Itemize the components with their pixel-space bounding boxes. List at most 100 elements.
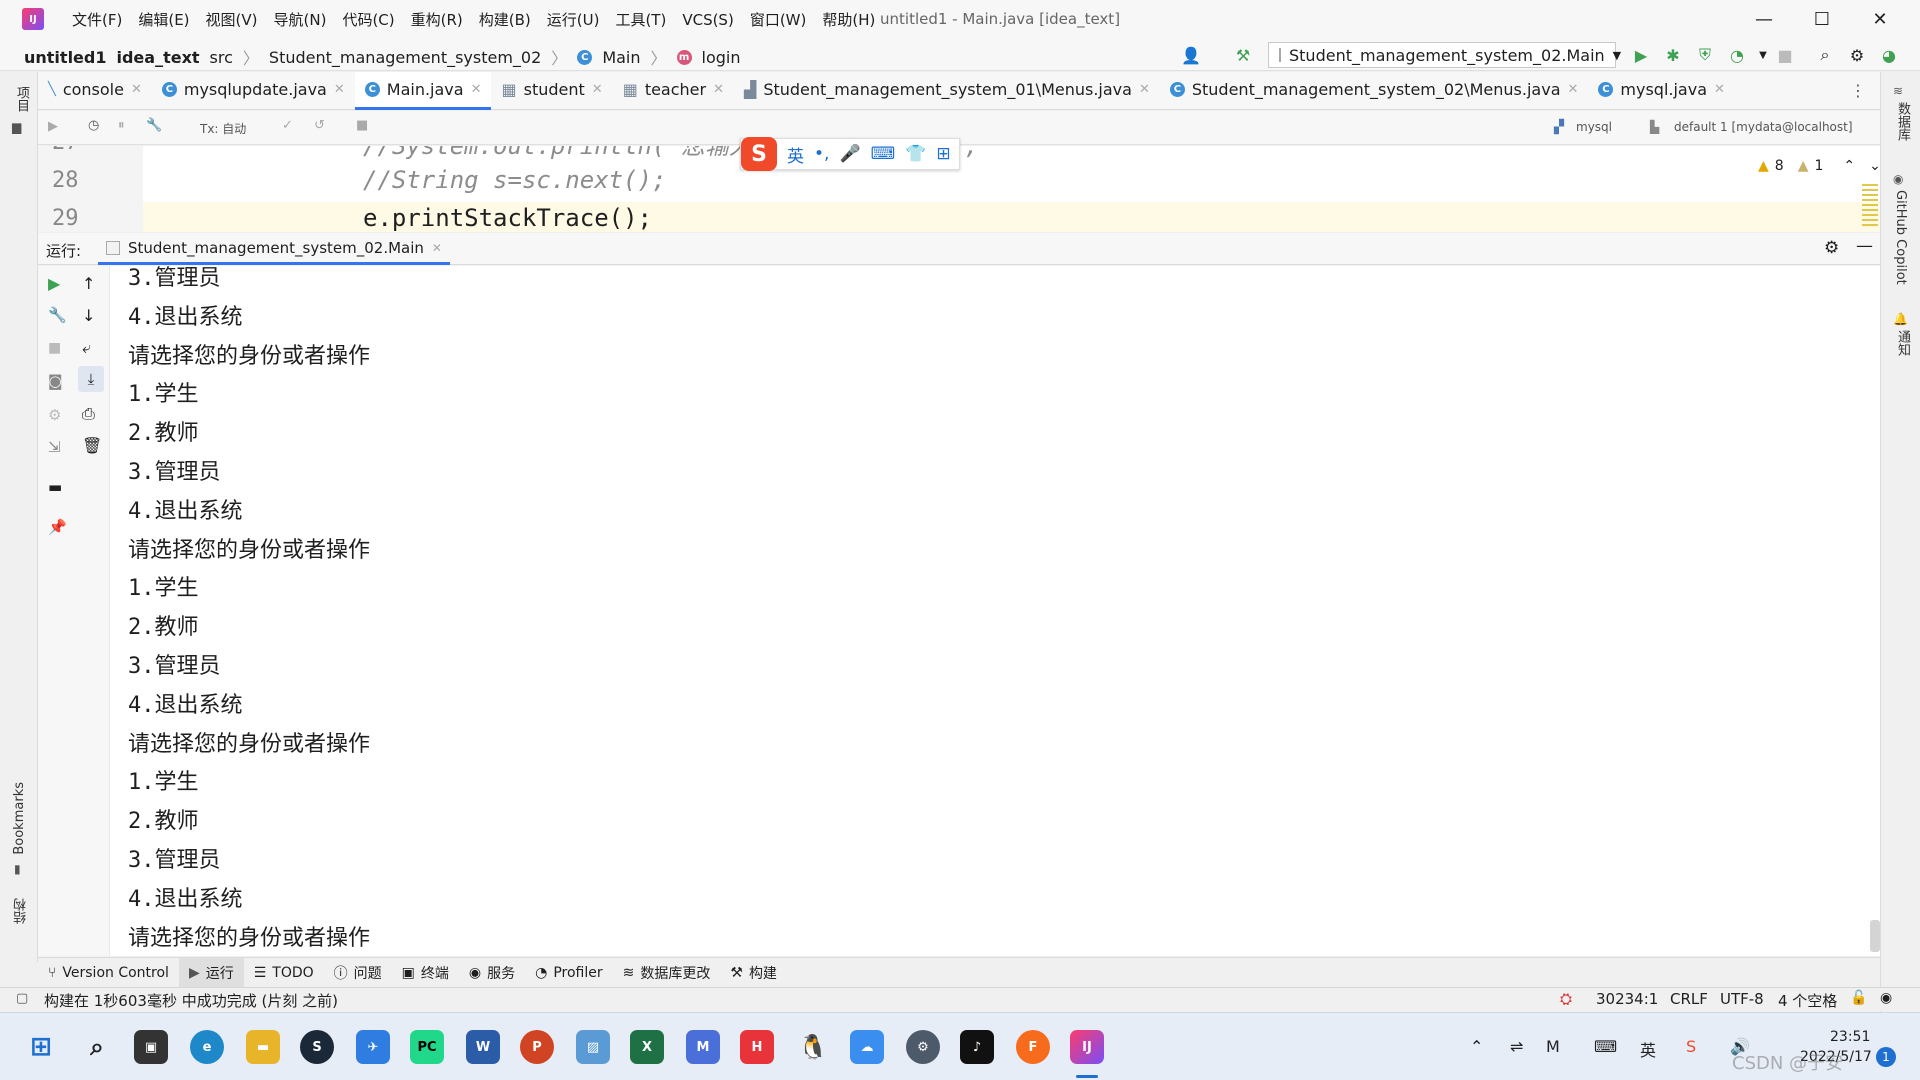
indent-setting[interactable]: 4 个空格 — [1778, 990, 1837, 1011]
datasource-select[interactable]: mysql — [1576, 120, 1612, 134]
qq-icon[interactable]: 🐧 — [796, 1030, 830, 1064]
tab-main[interactable]: C Main.java ✕ — [354, 71, 492, 110]
tool-tab-todo[interactable]: ☰ TODO — [244, 958, 324, 988]
close-icon[interactable]: ✕ — [713, 82, 724, 97]
status-message[interactable]: 构建在 1秒603毫秒 中成功完成 (片刻 之前) — [44, 990, 338, 1011]
menu-file[interactable]: 文件(F) — [64, 9, 130, 30]
intellij-logo-icon[interactable]: IJ — [22, 8, 44, 30]
markdown-icon[interactable]: M — [686, 1030, 720, 1064]
microphone-icon[interactable]: 🎤 — [839, 144, 860, 164]
pause-icon[interactable]: ⏸ — [118, 118, 125, 133]
more-tabs-icon[interactable]: ⋮ — [1850, 81, 1866, 100]
stop-button[interactable]: ■ — [1774, 44, 1796, 66]
wrench-icon[interactable]: 🔧 — [48, 306, 67, 324]
close-icon[interactable]: ✕ — [334, 82, 345, 97]
close-icon[interactable]: ✕ — [1139, 82, 1150, 97]
breadcrumb-package[interactable]: Student_management_system_02 — [269, 48, 541, 67]
tx-mode-select[interactable]: Tx: 自动 — [200, 120, 246, 137]
tab-student[interactable]: ▦ student ✕ — [491, 72, 612, 110]
chevron-up-icon[interactable]: ⌃ — [1470, 1037, 1483, 1056]
breadcrumb-class[interactable]: Main — [602, 48, 640, 67]
close-icon[interactable]: ✕ — [471, 82, 482, 97]
stop-icon[interactable]: ■ — [48, 340, 61, 356]
trash-icon[interactable]: 🗑 — [82, 436, 102, 455]
feishu-icon[interactable]: ✈ — [356, 1030, 390, 1064]
run-tab[interactable]: Student_management_system_02.Main ✕ — [98, 233, 450, 265]
toolbox-icon[interactable]: ⊞ — [936, 144, 950, 164]
tiktok-icon[interactable]: ♪ — [960, 1030, 994, 1064]
breadcrumb-src[interactable]: src — [210, 48, 233, 67]
powerpoint-icon[interactable]: P — [520, 1030, 554, 1064]
copilot-tool-button[interactable]: GitHub Copilot — [1893, 190, 1908, 285]
rollback-icon[interactable]: ↺ — [314, 118, 325, 133]
run-button[interactable]: ▶ — [1630, 44, 1652, 66]
tool-tab-terminal[interactable]: ▣ 终端 — [392, 958, 459, 988]
pycharm-icon[interactable]: PC — [410, 1030, 444, 1064]
windows-start-icon[interactable]: ⊞ — [24, 1030, 58, 1064]
arrow-up-icon[interactable]: ↑ — [82, 274, 95, 293]
tool-tab-services[interactable]: ◉ 服务 — [459, 958, 525, 988]
database-tool-button[interactable]: 数据库 — [1893, 102, 1912, 141]
tool-tab-version-control[interactable]: ⑂ Version Control — [38, 958, 179, 988]
menu-navigate[interactable]: 导航(N) — [266, 9, 335, 30]
ime-language[interactable]: 英 — [787, 142, 804, 167]
maximize-button[interactable]: ☐ — [1793, 0, 1851, 39]
line-separator[interactable]: CRLF — [1670, 990, 1708, 1008]
debug-icon[interactable]: ✱ — [1662, 44, 1684, 66]
menu-code[interactable]: 代码(C) — [334, 9, 402, 30]
chevron-down-icon[interactable]: ⌄ — [1869, 158, 1880, 174]
layout-toggle-icon[interactable]: ▢ — [16, 991, 28, 1006]
menu-window[interactable]: 窗口(W) — [742, 9, 815, 30]
tool-tab-problems[interactable]: ⓘ 问题 — [324, 958, 392, 988]
copilot-status-icon[interactable]: ◉ — [1880, 990, 1892, 1006]
menu-run[interactable]: 运行(U) — [539, 9, 608, 30]
huawei-icon[interactable]: H — [740, 1030, 774, 1064]
minimize-button[interactable]: — — [1735, 0, 1793, 39]
schema-select[interactable]: default 1 [mydata@localhost] — [1674, 120, 1853, 134]
notifications-tool-button[interactable]: 通知 — [1893, 330, 1912, 356]
caret-position[interactable]: 30234:1 — [1596, 990, 1658, 1008]
close-window-button[interactable]: ✕ — [1851, 0, 1909, 39]
bookmarks-tool-button[interactable]: Bookmarks — [12, 782, 27, 855]
lock-icon[interactable]: 🔓 — [1850, 990, 1867, 1006]
breadcrumb-module[interactable]: idea_text — [116, 48, 199, 67]
tool-tab-run[interactable]: ▶ 运行 — [178, 957, 244, 988]
tab-menus-02[interactable]: C Student_management_system_02\Menus.jav… — [1160, 72, 1589, 110]
menu-edit[interactable]: 编辑(E) — [130, 9, 197, 30]
close-icon[interactable]: ✕ — [1714, 82, 1725, 97]
file-encoding[interactable]: UTF-8 — [1720, 990, 1764, 1008]
search-icon[interactable]: ⌕ — [1814, 44, 1836, 66]
camera-icon[interactable]: ◙ — [48, 372, 63, 390]
word-icon[interactable]: W — [466, 1030, 500, 1064]
sogou-tray-icon[interactable]: S — [1686, 1037, 1696, 1056]
minimize-panel-icon[interactable]: — — [1856, 236, 1873, 256]
menu-tools[interactable]: 工具(T) — [607, 9, 674, 30]
execute-icon[interactable]: ▶ — [48, 119, 58, 134]
project-tool-button[interactable]: 项目 — [12, 86, 31, 112]
breadcrumb-method[interactable]: login — [702, 48, 741, 67]
excel-icon[interactable]: X — [630, 1030, 664, 1064]
tab-menus-01[interactable]: ▟ Student_management_system_01\Menus.jav… — [734, 72, 1160, 110]
error-stripe[interactable] — [1862, 184, 1878, 228]
close-icon[interactable]: ✕ — [131, 82, 142, 97]
wifi-icon[interactable]: ⇌ — [1510, 1037, 1523, 1056]
commit-icon[interactable]: ✓ — [282, 118, 293, 133]
pin-icon[interactable]: 📌 — [48, 518, 67, 536]
close-icon[interactable]: ✕ — [432, 241, 442, 255]
edge-icon[interactable]: e — [190, 1030, 224, 1064]
ime-toolbar[interactable]: S 英 •, 🎤 ⌨ 👕 ⊞ — [740, 137, 960, 171]
soft-wrap-icon[interactable]: ⤶ — [82, 338, 91, 358]
search-icon[interactable]: ⌕ — [80, 1030, 114, 1064]
error-report-icon[interactable]: ⛭ — [1560, 990, 1572, 1008]
menu-view[interactable]: 视图(V) — [198, 9, 266, 30]
history-icon[interactable]: ◷ — [88, 118, 99, 133]
gear-icon[interactable]: ⚙ — [1846, 44, 1868, 66]
coverage-icon[interactable]: ⛨ — [1694, 44, 1716, 66]
tab-mysqlupdate[interactable]: C mysqlupdate.java ✕ — [152, 72, 355, 110]
stop-icon[interactable]: ■ — [356, 118, 368, 133]
task-view-icon[interactable]: ▣ — [134, 1030, 168, 1064]
close-icon[interactable]: ✕ — [592, 82, 603, 97]
profile-icon[interactable]: ◔ — [1726, 44, 1748, 66]
run-console[interactable]: ▶ ↑ 🔧 ↓ ■ ⤶ ⤓ ◙ ⚙ ⎙ ⇲ 🗑 ▬ 📌 3.管理员 4.退出系统… — [38, 266, 1880, 956]
file-explorer-icon[interactable]: ▬ — [246, 1030, 280, 1064]
